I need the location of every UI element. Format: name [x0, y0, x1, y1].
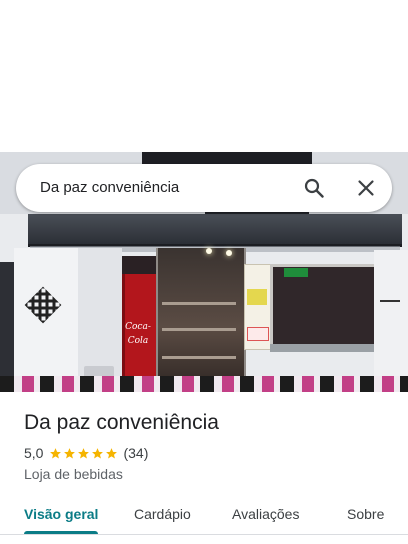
- photo-counter-window: [270, 264, 380, 352]
- search-icon[interactable]: [304, 178, 324, 198]
- map-blank-area: [0, 0, 408, 152]
- photo-shelf: [162, 302, 236, 305]
- place-category[interactable]: Loja de bebidas: [24, 465, 123, 483]
- tab-menu[interactable]: Cardápio: [134, 504, 191, 524]
- photo-floor-strip: [0, 376, 408, 392]
- tabs-divider: [0, 534, 408, 535]
- rating-stars: [49, 447, 119, 460]
- tab-about[interactable]: Sobre: [347, 504, 384, 524]
- photo-shelf: [162, 356, 236, 359]
- rating-value: 5,0: [24, 445, 44, 461]
- star-icon: [50, 447, 62, 458]
- photo-awning: [28, 214, 402, 247]
- search-bar[interactable]: Da paz conveniência: [16, 164, 392, 212]
- photo-green-sign: [284, 268, 308, 277]
- place-title: Da paz conveniência: [24, 411, 219, 434]
- photo-sign: [142, 152, 312, 164]
- star-icon: [78, 447, 90, 458]
- photo-light: [226, 250, 232, 256]
- place-tabs: Visão geral Cardápio Avaliações Sobre: [0, 494, 408, 535]
- photo-light: [206, 248, 212, 254]
- photo-shop-window: [156, 248, 246, 392]
- rating-row[interactable]: 5,0 (34): [24, 444, 148, 462]
- star-icon: [92, 447, 104, 458]
- tab-overview[interactable]: Visão geral: [24, 504, 98, 524]
- photo-right-wall: [374, 250, 408, 390]
- photo-counter-shelf: [270, 344, 380, 352]
- star-icon: [64, 447, 76, 458]
- photo-shelf: [162, 328, 236, 331]
- photo-bulletin-board: [244, 264, 272, 350]
- photo-arrow-sign: [380, 300, 400, 310]
- photo-fridge-logo: Coca-Cola: [125, 322, 151, 346]
- photo-left-pillar: [0, 262, 14, 388]
- tab-reviews[interactable]: Avaliações: [232, 504, 299, 524]
- search-input[interactable]: Da paz conveniência: [40, 164, 179, 212]
- star-icon: [106, 447, 118, 458]
- close-icon[interactable]: [357, 179, 375, 197]
- photo-yellow-note: [247, 289, 267, 305]
- review-count[interactable]: (34): [123, 445, 148, 461]
- photo-red-note: [247, 327, 269, 341]
